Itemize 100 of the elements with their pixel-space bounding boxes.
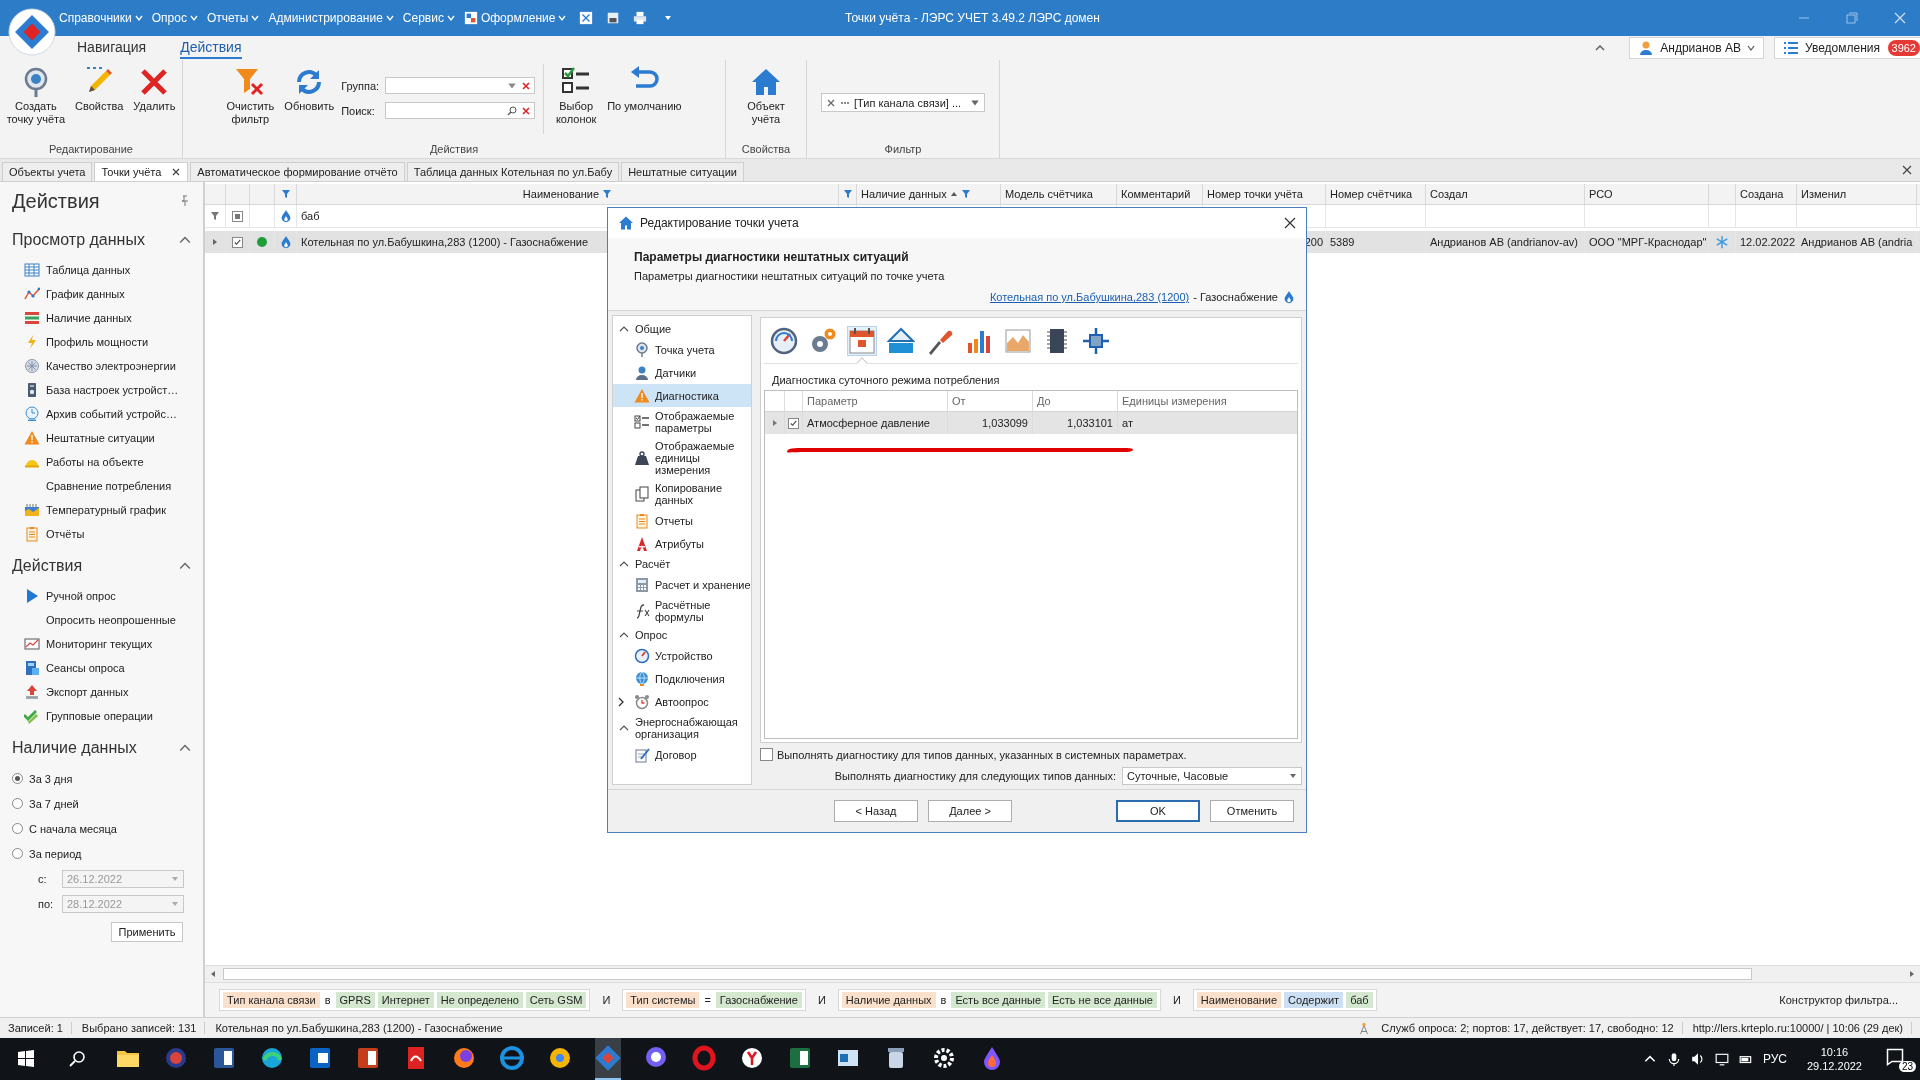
windows-icon[interactable]: [16, 1049, 36, 1069]
tree-group[interactable]: Опрос: [613, 626, 751, 644]
tree-item[interactable]: Отображаемые единицы измерения: [613, 437, 751, 479]
column-header[interactable]: Наименование: [297, 184, 839, 204]
network-icon[interactable]: [1714, 1052, 1729, 1066]
ribbon-button[interactable]: Выбор колонок: [552, 64, 601, 128]
radio-button[interactable]: [12, 798, 23, 809]
tree-item[interactable]: Договор: [613, 743, 751, 766]
clear-icon[interactable]: [521, 80, 532, 91]
column-header[interactable]: Номер счётчика: [1326, 184, 1426, 204]
filter-token[interactable]: GPRS: [335, 992, 375, 1008]
panel-item[interactable]: Ручной опрос: [12, 584, 203, 608]
radio-option[interactable]: За период: [12, 841, 203, 866]
checkbox-option[interactable]: Выполнять диагностику для типов данных, указанных в системных параметрах.: [760, 743, 1302, 761]
document-tab[interactable]: Автоматическое формирование отчёто: [190, 162, 405, 181]
column-header[interactable]: Создал: [1426, 184, 1585, 204]
user-button[interactable]: Андрианов АВ: [1629, 37, 1764, 59]
arrow-right-icon[interactable]: [1908, 970, 1916, 978]
column-header[interactable]: Модель счётчика: [1001, 184, 1117, 204]
ribbon-tab[interactable]: Навигация: [77, 37, 147, 59]
tree-item[interactable]: Копирование данных: [613, 479, 751, 509]
column-header[interactable]: РСО: [1585, 184, 1709, 204]
panel-item[interactable]: Температурный график: [12, 498, 203, 522]
panel-item[interactable]: Работы на объекте: [12, 450, 203, 474]
tree-group[interactable]: Общие: [613, 320, 751, 338]
ribbon-button[interactable]: Создать точку учёта: [3, 64, 69, 128]
panel-item[interactable]: Профиль мощности: [12, 330, 203, 354]
toolbar-button[interactable]: [770, 327, 798, 355]
microphone-icon[interactable]: [1666, 1052, 1681, 1066]
ribbon-button[interactable]: Обновить: [281, 64, 338, 115]
document-tab[interactable]: Таблица данных Котельная по ул.Бабу: [406, 162, 620, 181]
tree-item[interactable]: Расчётные формулы: [613, 596, 751, 626]
filter-token[interactable]: Содержит: [1284, 992, 1344, 1008]
filter-token[interactable]: Тип канала связи: [223, 992, 320, 1008]
panel-item[interactable]: Наличие данных: [12, 306, 203, 330]
filter-condition[interactable]: Наименование Содержит баб: [1192, 989, 1377, 1011]
panel-item[interactable]: Групповые операции: [12, 704, 203, 728]
filter-combo[interactable]: [Тип канала связи] ...: [821, 93, 985, 112]
toolbar-button[interactable]: [887, 327, 915, 355]
panel-item[interactable]: Таблица данных: [12, 258, 203, 282]
toolbar-button[interactable]: [809, 327, 837, 355]
filter-token[interactable]: Наименование: [1196, 992, 1282, 1008]
tree-group[interactable]: Энергоснабжающая организация: [613, 713, 751, 743]
panel-item[interactable]: График данных: [12, 282, 203, 306]
checkbox[interactable]: [232, 236, 243, 248]
checkbox[interactable]: [232, 210, 243, 222]
close-box-icon[interactable]: [579, 11, 594, 25]
column-header[interactable]: Создана: [1736, 184, 1797, 204]
panel-item[interactable]: Сравнение потребления: [12, 474, 203, 498]
filter-condition[interactable]: Тип канала связи в GPRS Интернет Не определено Сеть GSM: [219, 989, 591, 1011]
menu-item[interactable]: Оформление: [463, 11, 567, 25]
close-icon[interactable]: [1284, 217, 1296, 229]
menu-item[interactable]: Опрос: [151, 11, 198, 25]
diamond-logo-icon[interactable]: [595, 1038, 621, 1080]
menu-item[interactable]: Справочники: [59, 11, 143, 25]
radio-option[interactable]: За 3 дня: [12, 766, 203, 791]
caret-icon[interactable]: [664, 14, 673, 22]
panel-item[interactable]: Экспорт данных: [12, 680, 203, 704]
filter-token[interactable]: Есть не все данные: [1048, 992, 1157, 1008]
document-tab[interactable]: Точки учёта: [94, 162, 189, 181]
tree-group[interactable]: Расчёт: [613, 555, 751, 573]
filter-icon[interactable]: [842, 189, 853, 199]
search-field[interactable]: [385, 102, 536, 119]
ribbon-button[interactable]: По умолчанию: [604, 64, 685, 115]
checkbox[interactable]: [788, 417, 799, 429]
radio-option[interactable]: С начала месяца: [12, 816, 203, 841]
tree-item[interactable]: Отображаемые параметры: [613, 407, 751, 437]
filter-icon[interactable]: [280, 189, 291, 199]
column-header[interactable]: До: [1033, 391, 1118, 411]
panel-item[interactable]: Мониторинг текущих: [12, 632, 203, 656]
panel-item[interactable]: Отчёты: [12, 522, 203, 546]
caret-right-icon[interactable]: [770, 419, 779, 427]
column-header[interactable]: Параметр: [803, 391, 948, 411]
column-header[interactable]: От: [948, 391, 1033, 411]
filter-token[interactable]: Есть все данные: [951, 992, 1046, 1008]
horizontal-scrollbar[interactable]: [205, 965, 1920, 982]
chevron-up-icon[interactable]: [1595, 43, 1606, 53]
menu-item[interactable]: Администрирование: [268, 11, 394, 25]
search-icon[interactable]: [68, 1049, 88, 1069]
column-header[interactable]: Номер точки учёта: [1203, 184, 1326, 204]
ribbon-button[interactable]: Удалить: [130, 64, 179, 115]
filter-builder-link[interactable]: Конструктор фильтра...: [1779, 994, 1920, 1006]
document-tab[interactable]: Нештатные ситуации: [621, 162, 744, 181]
panel-item[interactable]: Качество электроэнергии: [12, 354, 203, 378]
panel-item[interactable]: База настроек устройст…: [12, 378, 203, 402]
filter-token[interactable]: =: [702, 994, 713, 1006]
clear-icon[interactable]: [826, 97, 836, 108]
column-header[interactable]: Комментарий: [1117, 184, 1203, 204]
notifications-button[interactable]: Уведомления 3962: [1773, 37, 1920, 59]
ribbon-button[interactable]: Свойства: [72, 64, 127, 115]
dialog-button[interactable]: Отменить: [1210, 800, 1294, 822]
database-icon[interactable]: [606, 11, 621, 25]
radio-button[interactable]: [12, 823, 23, 834]
filter-token[interactable]: Не определено: [436, 992, 523, 1008]
tree-item[interactable]: Точка учета: [613, 338, 751, 361]
object-link[interactable]: Котельная по ул.Бабушкина,283 (1200): [989, 291, 1190, 303]
pin-icon[interactable]: [179, 195, 191, 207]
document-tab[interactable]: Объекты учета: [2, 162, 93, 181]
filter-icon[interactable]: [960, 189, 971, 199]
dialog-button[interactable]: OK: [1116, 800, 1200, 822]
